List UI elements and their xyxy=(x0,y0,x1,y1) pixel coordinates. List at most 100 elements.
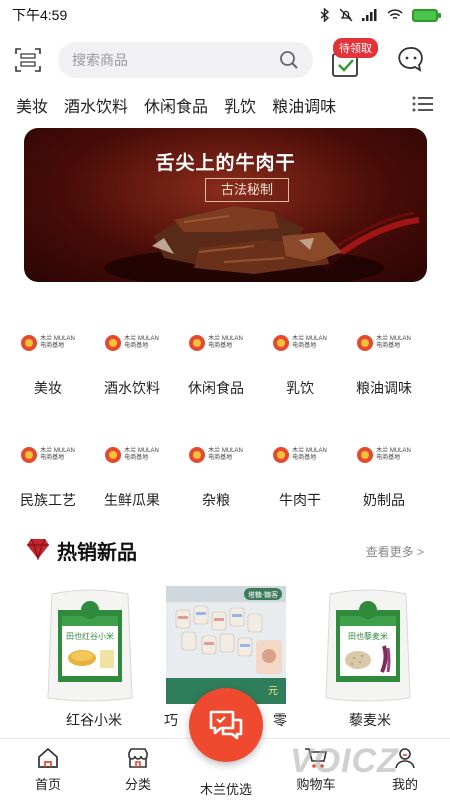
brand-logo-text: 木兰 MULAN 电商基地 xyxy=(208,336,243,349)
brand-logo-icon: 木兰 MULAN 电商基地 xyxy=(273,332,327,354)
product-image-millet[interactable]: 田也红谷小米 xyxy=(44,586,136,704)
product-image-quinoa[interactable]: 田也藜麦米 xyxy=(322,586,414,704)
category-label: 生鲜瓜果 xyxy=(104,492,160,508)
reward-badge[interactable]: 待领取 xyxy=(333,38,378,58)
brand-logo-text: 木兰 MULAN 电商基地 xyxy=(376,448,411,461)
category-item[interactable]: 木兰 MULAN 电商基地民族工艺 xyxy=(0,430,84,542)
brand-mark-icon xyxy=(105,335,122,351)
brand-mark-icon xyxy=(105,447,122,463)
category-item[interactable]: 木兰 MULAN 电商基地生鲜瓜果 xyxy=(84,430,168,542)
nav-category[interactable]: 分类 xyxy=(93,739,183,800)
search-bar[interactable] xyxy=(58,42,313,78)
tab-jiushui[interactable]: 酒水饮料 xyxy=(48,93,128,117)
brand-mark-icon xyxy=(21,335,38,351)
status-bar: 下午4:59 xyxy=(0,0,450,30)
brand-logo-text: 木兰 MULAN 电商基地 xyxy=(208,448,243,461)
product-label[interactable]: 藜麦米 xyxy=(349,710,391,730)
brand-logo-text: 木兰 MULAN 电商基地 xyxy=(124,336,159,349)
category-item[interactable]: 木兰 MULAN 电商基地乳饮 xyxy=(252,318,336,430)
category-row: 木兰 MULAN 电商基地 民族工艺 木兰 MULAN 电商基地 生鲜瓜果 木兰 MULAN… xyxy=(0,430,450,542)
brand-logo-icon: 木兰 MULAN 电商基地 xyxy=(21,332,75,354)
category-label: 酒水饮料 xyxy=(104,380,160,396)
menu-icon[interactable] xyxy=(412,94,434,114)
product-label[interactable]: 巧 xyxy=(164,710,178,730)
product-label[interactable]: 红谷小米 xyxy=(66,710,122,730)
brand-logo-text: 木兰 MULAN 电商基地 xyxy=(124,448,159,461)
brand-logo-icon: 木兰 MULAN 电商基地 xyxy=(21,444,75,466)
product-image-candy[interactable]: 塔糖·糖客 元 xyxy=(166,586,286,704)
tab-liangyou[interactable]: 粮油调味 xyxy=(256,93,336,117)
category-label: 乳饮 xyxy=(286,380,314,396)
wifi-icon xyxy=(387,9,403,20)
brand-logo-icon: 木兰 MULAN 电商基地 xyxy=(273,444,327,466)
category-grid: 木兰 MULAN 电商基地 美妆 木兰 MULAN 电商基地 酒水饮料 木兰 MULAN 电商… xyxy=(0,318,450,542)
brand-mark-icon xyxy=(273,447,290,463)
promo-banner[interactable]: 舌尖上的牛肉干 古法秘制 xyxy=(24,128,427,282)
brand-logo-text: 木兰 MULAN 电商基地 xyxy=(292,336,327,349)
search-icon[interactable] xyxy=(279,50,299,70)
brand-mark-icon xyxy=(357,447,374,463)
price-hint: 元 xyxy=(268,686,278,697)
scan-icon[interactable] xyxy=(14,46,42,74)
nav-home[interactable]: 首页 xyxy=(3,739,93,800)
nav-category-label: 分类 xyxy=(124,777,151,792)
brand-mark-icon xyxy=(21,447,38,463)
brand-logo-text: 木兰 MULAN 电商基地 xyxy=(376,336,411,349)
brand-mark-icon xyxy=(273,335,290,351)
brand-logo-text: 木兰 MULAN 电商基地 xyxy=(40,448,75,461)
view-more-link[interactable]: 查看更多 > xyxy=(366,543,424,560)
banner-title: 舌尖上的牛肉干 xyxy=(155,153,296,174)
category-label: 杂粮 xyxy=(202,492,230,508)
message-icon[interactable] xyxy=(398,46,424,72)
brand-logo-icon: 木兰 MULAN 电商基地 xyxy=(189,332,243,354)
bluetooth-icon xyxy=(320,8,330,22)
svg-text:田也红谷小米: 田也红谷小米 xyxy=(66,631,114,641)
search-input[interactable] xyxy=(72,52,272,68)
tab-ruyin[interactable]: 乳饮 xyxy=(208,93,256,117)
category-item[interactable]: 木兰 MULAN 电商基地牛肉干 xyxy=(252,430,336,542)
status-icons xyxy=(320,8,441,22)
status-time: 下午4:59 xyxy=(12,7,68,23)
hot-section-header: 热销新品 查看更多 > xyxy=(0,534,450,564)
svg-text:塔糖·糖客: 塔糖·糖客 xyxy=(248,590,278,599)
alarm-off-icon xyxy=(339,8,353,22)
category-tabs: 美妆 酒水饮料 休闲食品 乳饮 粮油调味 xyxy=(0,90,450,120)
svg-text:田也藜麦米: 田也藜麦米 xyxy=(348,631,388,641)
category-item[interactable]: 木兰 MULAN 电商基地休闲食品 xyxy=(168,318,252,430)
category-label: 休闲食品 xyxy=(188,380,244,396)
category-row: 木兰 MULAN 电商基地 美妆 木兰 MULAN 电商基地 酒水饮料 木兰 MULAN 电商… xyxy=(0,318,450,430)
chat-icon xyxy=(209,710,243,740)
diamond-icon xyxy=(27,538,49,560)
brand-logo-icon: 木兰 MULAN 电商基地 xyxy=(357,444,411,466)
category-item[interactable]: 木兰 MULAN 电商基地美妆 xyxy=(0,318,84,430)
watermark: VOICZ xyxy=(290,742,399,780)
category-item[interactable]: 木兰 MULAN 电商基地粮油调味 xyxy=(336,318,420,430)
banner-subtitle: 古法秘制 xyxy=(205,178,289,202)
nav-home-label: 首页 xyxy=(34,777,61,792)
category-item[interactable]: 木兰 MULAN 电商基地奶制品 xyxy=(336,430,420,542)
category-label: 粮油调味 xyxy=(356,380,412,396)
nav-mulan-label: 木兰优选 xyxy=(199,782,252,797)
brand-mark-icon xyxy=(189,335,206,351)
brand-logo-text: 木兰 MULAN 电商基地 xyxy=(40,336,75,349)
category-label: 美妆 xyxy=(34,380,62,396)
mulan-select-button[interactable] xyxy=(189,688,263,762)
product-label-tail[interactable]: 零 xyxy=(273,710,287,730)
category-label: 民族工艺 xyxy=(20,492,76,508)
brand-logo-icon: 木兰 MULAN 电商基地 xyxy=(357,332,411,354)
tab-xiuxian[interactable]: 休闲食品 xyxy=(128,93,208,117)
home-icon xyxy=(38,747,58,768)
category-item[interactable]: 木兰 MULAN 电商基地酒水饮料 xyxy=(84,318,168,430)
brand-logo-icon: 木兰 MULAN 电商基地 xyxy=(189,444,243,466)
brand-logo-icon: 木兰 MULAN 电商基地 xyxy=(105,332,159,354)
brand-logo-icon: 木兰 MULAN 电商基地 xyxy=(105,444,159,466)
brand-mark-icon xyxy=(357,335,374,351)
category-label: 牛肉干 xyxy=(279,492,321,508)
signal-icon xyxy=(362,9,377,21)
category-item[interactable]: 木兰 MULAN 电商基地杂粮 xyxy=(168,430,252,542)
store-icon xyxy=(128,748,148,768)
brand-logo-text: 木兰 MULAN 电商基地 xyxy=(292,448,327,461)
header: 待领取 xyxy=(0,38,450,84)
category-label: 奶制品 xyxy=(363,492,405,508)
tab-meizhuang[interactable]: 美妆 xyxy=(0,93,48,117)
